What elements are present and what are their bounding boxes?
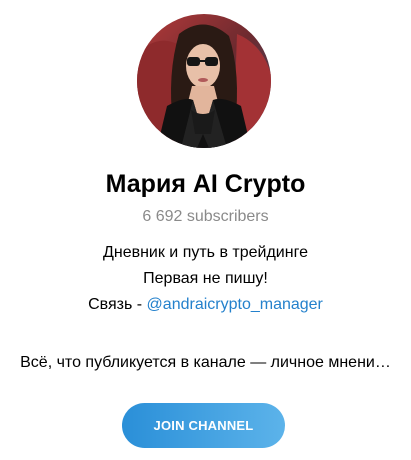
contact-prefix: Связь - xyxy=(88,296,147,313)
join-channel-label: JOIN CHANNEL xyxy=(153,418,254,433)
channel-description: Дневник и путь в трейдинге Первая не пиш… xyxy=(0,240,411,318)
channel-title: Мария AI Crypto xyxy=(105,170,306,198)
channel-preview: Мария AI Crypto 6 692 subscribers Дневни… xyxy=(0,0,411,460)
description-contact-line: Связь - @andraicrypto_manager xyxy=(0,292,411,318)
description-line-2: Первая не пишу! xyxy=(143,270,268,287)
description-line-1: Дневник и путь в трейдинге xyxy=(103,244,308,261)
subscriber-count: 6 692 subscribers xyxy=(142,208,269,225)
channel-avatar xyxy=(137,14,271,148)
contact-link[interactable]: @andraicrypto_manager xyxy=(147,296,323,313)
avatar-photo xyxy=(137,14,271,148)
channel-disclaimer: Всё, что публикуется в канале — личное м… xyxy=(20,354,391,371)
join-channel-button[interactable]: JOIN CHANNEL xyxy=(122,403,285,448)
